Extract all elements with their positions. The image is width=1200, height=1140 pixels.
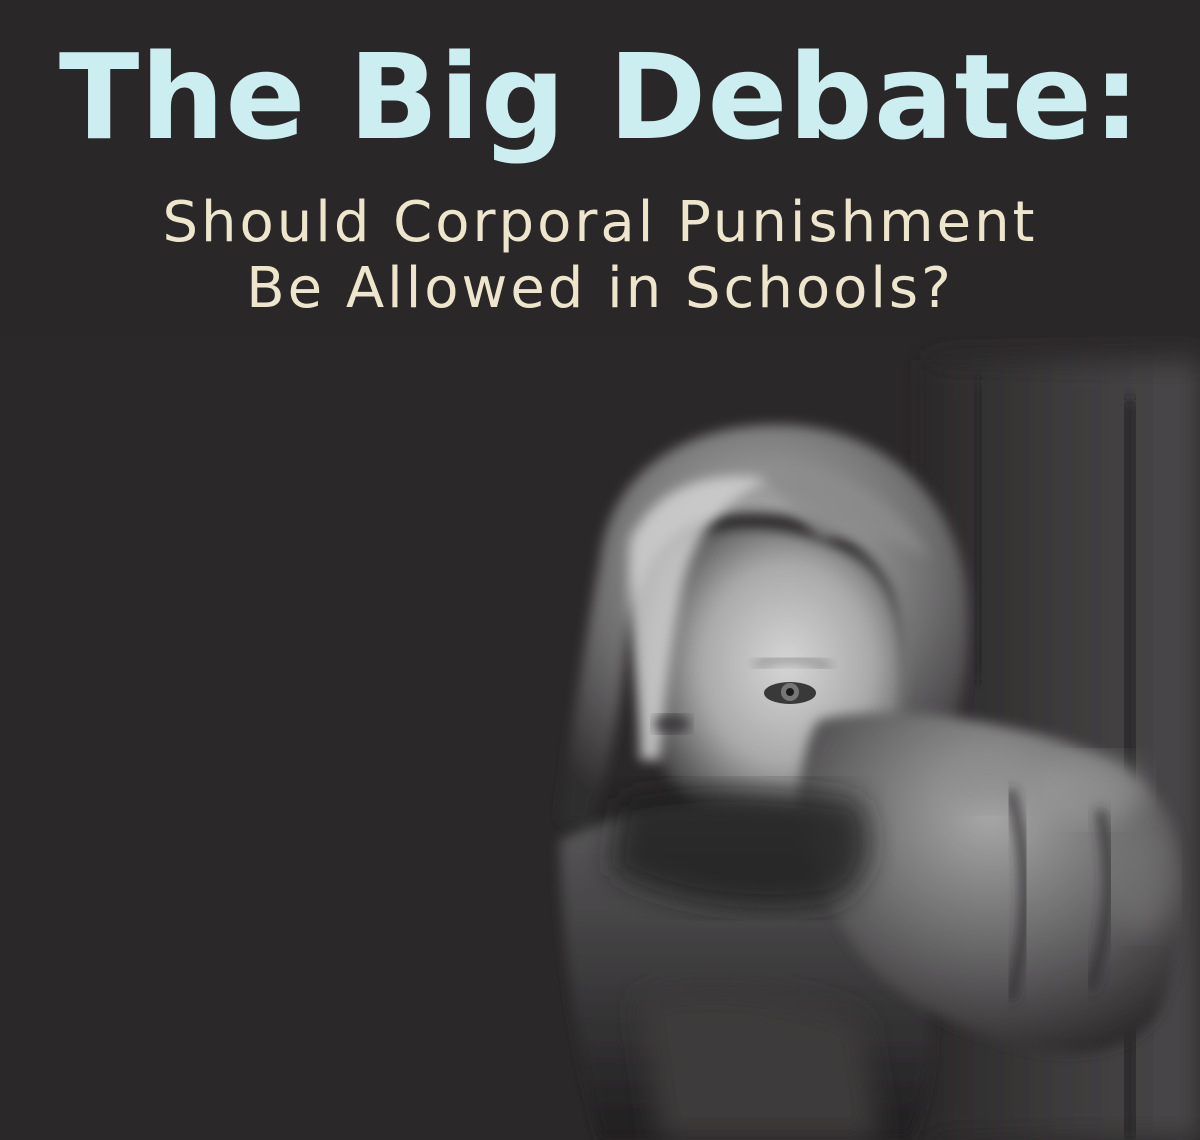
poster-title: The Big Debate: (58, 28, 1142, 166)
wall-seam (975, 380, 981, 680)
pupil (786, 688, 794, 696)
knuckle (1035, 755, 1145, 825)
eye (654, 715, 690, 733)
subtitle-line-2: Be Allowed in Schools? (246, 256, 954, 321)
knuckle (1105, 825, 1175, 935)
poster-subtitle: Should Corporal Punishment Be Allowed in… (0, 190, 1200, 322)
poster: The Big Debate: Should Corporal Punishme… (0, 0, 1200, 1140)
poster-header: The Big Debate: Should Corporal Punishme… (0, 0, 1200, 335)
knuckle (945, 750, 1035, 810)
child-fist-photo (0, 335, 1200, 1140)
subtitle-line-1: Should Corporal Punishment (162, 190, 1038, 255)
